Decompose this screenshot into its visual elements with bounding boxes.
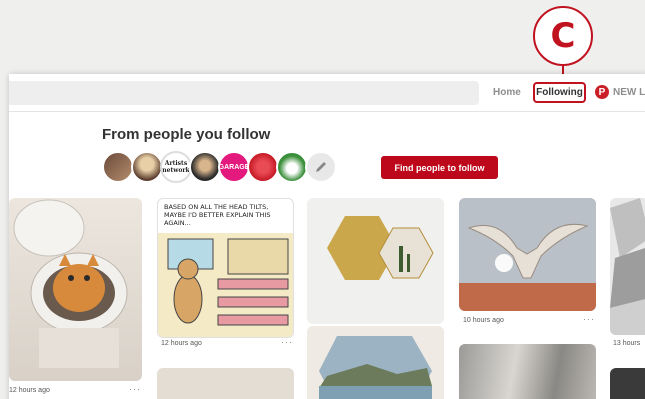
- nav-new-link[interactable]: NEW L: [613, 87, 645, 98]
- browser-window: Home Following P NEW L From people you f…: [9, 74, 645, 399]
- nav-home-link[interactable]: Home: [493, 87, 521, 98]
- page-title: From people you follow: [102, 126, 271, 143]
- pencil-icon: [316, 162, 326, 172]
- pin-more-button[interactable]: ···: [281, 337, 293, 347]
- pin-time: 10 hours ago: [463, 317, 504, 324]
- pin-partial-dark[interactable]: [610, 368, 645, 399]
- avatar-7[interactable]: [276, 151, 308, 183]
- avatar-artists-network[interactable]: Artists network: [160, 151, 192, 183]
- nav-following-label: Following: [536, 87, 583, 98]
- cat-toilet-image: [13, 199, 128, 368]
- pin-partial-bottom[interactable]: [157, 368, 294, 399]
- pin-gold-hexagons[interactable]: [307, 198, 444, 324]
- pin-comic[interactable]: BASED ON ALL THE HEAD TILTS, MAYBE I'D B…: [157, 198, 294, 338]
- top-nav: Home Following P NEW L: [9, 74, 645, 112]
- geometric-art-image: [610, 198, 645, 335]
- pinterest-logo-icon[interactable]: P: [595, 85, 609, 99]
- avatar-label: Artists network: [162, 160, 190, 174]
- pin-time: 13 hours: [613, 340, 641, 347]
- skull-painting-image: [459, 198, 596, 311]
- gold-hexagon-art-image: [327, 216, 434, 280]
- comic-caption: BASED ON ALL THE HEAD TILTS, MAYBE I'D B…: [164, 203, 271, 227]
- pin-geometric[interactable]: [610, 198, 645, 335]
- pin-skull-painting[interactable]: [459, 198, 596, 311]
- pin-cat[interactable]: [9, 198, 142, 381]
- avatar-4[interactable]: [189, 151, 221, 183]
- pin-more-button[interactable]: ···: [129, 384, 141, 394]
- find-people-button[interactable]: Find people to follow: [381, 156, 498, 179]
- pin-time: 12 hours ago: [161, 340, 202, 347]
- avatar-label: GARAGE: [218, 163, 250, 171]
- callout-badge: C: [533, 6, 593, 66]
- pin-time: 12 hours ago: [9, 387, 50, 394]
- pin-landscape[interactable]: [307, 326, 444, 399]
- nav-following-link[interactable]: Following: [533, 82, 586, 103]
- search-input[interactable]: [9, 81, 479, 105]
- avatar-6[interactable]: [247, 151, 279, 183]
- pin-hair[interactable]: [459, 344, 596, 399]
- avatar-garage[interactable]: GARAGE: [218, 151, 250, 183]
- landscape-image: [319, 336, 432, 399]
- avatar-edit[interactable]: [305, 151, 337, 183]
- avatar-1[interactable]: [102, 151, 134, 183]
- pin-more-button[interactable]: ···: [583, 314, 595, 324]
- callout-letter: C: [550, 16, 576, 56]
- avatar-2[interactable]: [131, 151, 163, 183]
